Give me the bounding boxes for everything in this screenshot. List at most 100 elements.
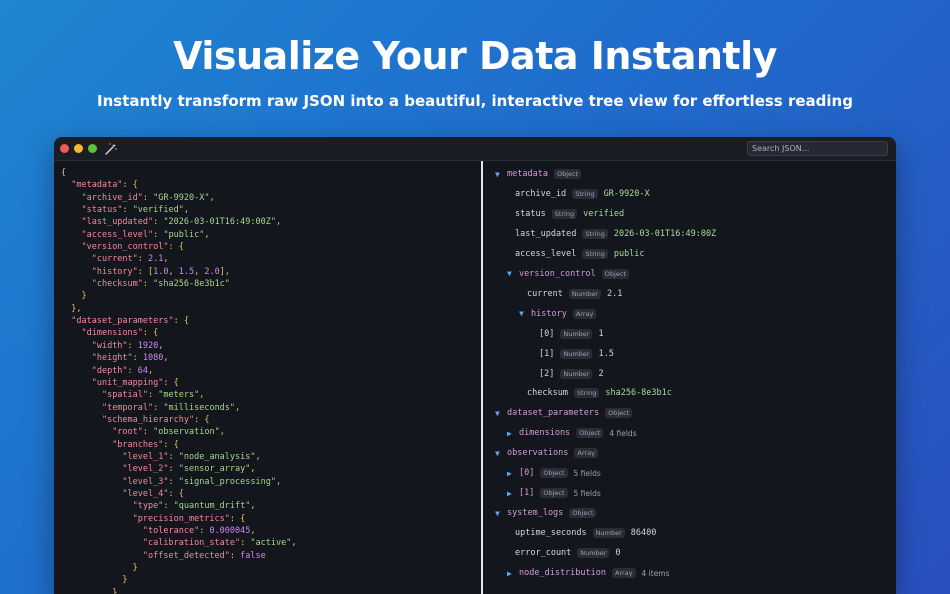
code-token: "node_analysis"	[178, 451, 256, 462]
code-token: "archive_id"	[81, 192, 143, 203]
tree-node: error_count Number 0	[507, 546, 621, 560]
code-token: :	[153, 217, 164, 228]
code-token: "quantum_drift"	[173, 501, 251, 512]
code-token: :	[153, 402, 164, 413]
code-token: :	[148, 390, 159, 401]
close-window-button[interactable]	[60, 144, 69, 153]
tree-node[interactable]: ▶ [1] Object 5 fields	[507, 486, 601, 500]
json-code-lines: { "metadata": { "archive_id": "GR-9920-X…	[61, 167, 296, 594]
code-token: "spatial"	[101, 390, 149, 401]
tree-node-key: [2]	[539, 368, 555, 379]
code-token: "unit_mapping"	[91, 377, 164, 388]
code-line: "schema_hierarchy": {	[61, 414, 296, 426]
tree-node-key: checksum	[527, 388, 568, 399]
code-token: ],	[219, 266, 230, 277]
type-badge: Number	[568, 288, 601, 299]
search-input[interactable]	[747, 141, 888, 156]
tree-node-value: 2.1	[606, 288, 623, 299]
tree-node-key: history	[531, 308, 567, 319]
maximize-window-button[interactable]	[88, 144, 97, 153]
code-line: "archive_id": "GR-9920-X",	[61, 192, 296, 204]
tree-node-value: 0	[615, 548, 621, 559]
tree-node[interactable]: ▼ history Array	[519, 307, 597, 321]
raw-json-pane[interactable]: { "metadata": { "archive_id": "GR-9920-X…	[54, 161, 481, 594]
code-token: },	[71, 303, 82, 314]
code-token: : {	[168, 242, 184, 253]
code-token: ,	[148, 365, 154, 376]
code-token: "offset_detected"	[142, 550, 230, 561]
code-line: "checksum": "sha256-8e3b1c"	[61, 278, 296, 290]
code-token: ,	[204, 229, 210, 240]
code-line: "version_control": {	[61, 241, 296, 253]
tree-node: uptime_seconds Number 86400	[507, 526, 656, 540]
tree-node-key: status	[515, 208, 546, 219]
tree-node[interactable]: ▶ dimensions Object 4 fields	[507, 426, 637, 440]
tree-node: last_updated String 2026-03-01T16:49:00Z	[507, 227, 716, 241]
expand-caret-icon[interactable]: ▶	[507, 429, 519, 438]
code-line: }	[61, 587, 296, 594]
collapse-caret-icon[interactable]: ▼	[495, 449, 507, 458]
tree-node[interactable]: ▶ node_distribution Array 4 items	[507, 566, 670, 580]
code-token: "tolerance"	[142, 525, 200, 536]
code-token: "precision_metrics"	[132, 513, 230, 524]
code-token: "2026-03-01T16:49:00Z"	[163, 217, 276, 228]
magic-wand-icon[interactable]	[104, 141, 118, 155]
tree-node: current Number 2.1	[519, 287, 622, 301]
tree-node[interactable]: ▼ metadata Object	[495, 167, 582, 181]
code-token: "status"	[81, 205, 123, 216]
code-line: "tolerance": 0.000045,	[61, 525, 296, 537]
collapse-caret-icon[interactable]: ▼	[495, 509, 507, 518]
code-token: 1920	[137, 340, 159, 351]
tree-view-pane[interactable]: ▼ metadata Object archive_id String GR-9920-X…	[483, 161, 896, 594]
code-token: ,	[158, 340, 164, 351]
tree-node[interactable]: ▼ dataset_parameters Object	[495, 406, 633, 420]
expand-caret-icon[interactable]: ▶	[507, 489, 519, 498]
code-token: "signal_processing"	[178, 476, 276, 487]
code-token: : {	[122, 180, 138, 191]
tree-node[interactable]: ▶ [0] Object 5 fields	[507, 466, 601, 480]
tree-node[interactable]: ▼ version_control Object	[507, 267, 629, 281]
code-token: "level_3"	[122, 476, 169, 487]
hero-title: Visualize Your Data Instantly	[173, 34, 777, 78]
tree-node: checksum String sha256-8e3b1c	[519, 386, 672, 400]
tree-node-key: system_logs	[507, 508, 564, 519]
tree-node-key: metadata	[507, 169, 548, 179]
tree-node-value: sha256-8e3b1c	[605, 388, 672, 399]
collapse-caret-icon[interactable]: ▼	[507, 269, 519, 278]
minimize-window-button[interactable]	[74, 144, 83, 153]
type-badge: String	[582, 228, 608, 239]
code-token: "last_updated"	[81, 217, 154, 228]
code-line: }	[61, 290, 296, 302]
collapse-caret-icon[interactable]: ▼	[519, 309, 531, 318]
code-token: :	[163, 501, 174, 512]
code-token: }	[81, 291, 87, 302]
code-token: "temporal"	[101, 402, 154, 413]
code-token: ,	[250, 464, 256, 475]
code-token: ,	[163, 353, 169, 364]
expand-caret-icon[interactable]: ▶	[507, 569, 519, 578]
code-token: "checksum"	[91, 279, 143, 290]
code-token: : {	[173, 316, 189, 327]
code-line: "precision_metrics": {	[61, 513, 296, 525]
collapse-caret-icon[interactable]: ▼	[495, 170, 507, 179]
code-token: "version_control"	[81, 242, 169, 253]
tree-node[interactable]: ▼ observations Array	[495, 446, 598, 460]
expand-caret-icon[interactable]: ▶	[507, 469, 519, 478]
code-token: :	[240, 538, 251, 549]
code-line: }	[61, 562, 296, 574]
tree-node-key: node_distribution	[519, 568, 606, 578]
code-token: :	[127, 365, 138, 376]
collapse-caret-icon[interactable]: ▼	[495, 409, 507, 418]
tree-node[interactable]: ▼ system_logs Object	[495, 506, 597, 520]
